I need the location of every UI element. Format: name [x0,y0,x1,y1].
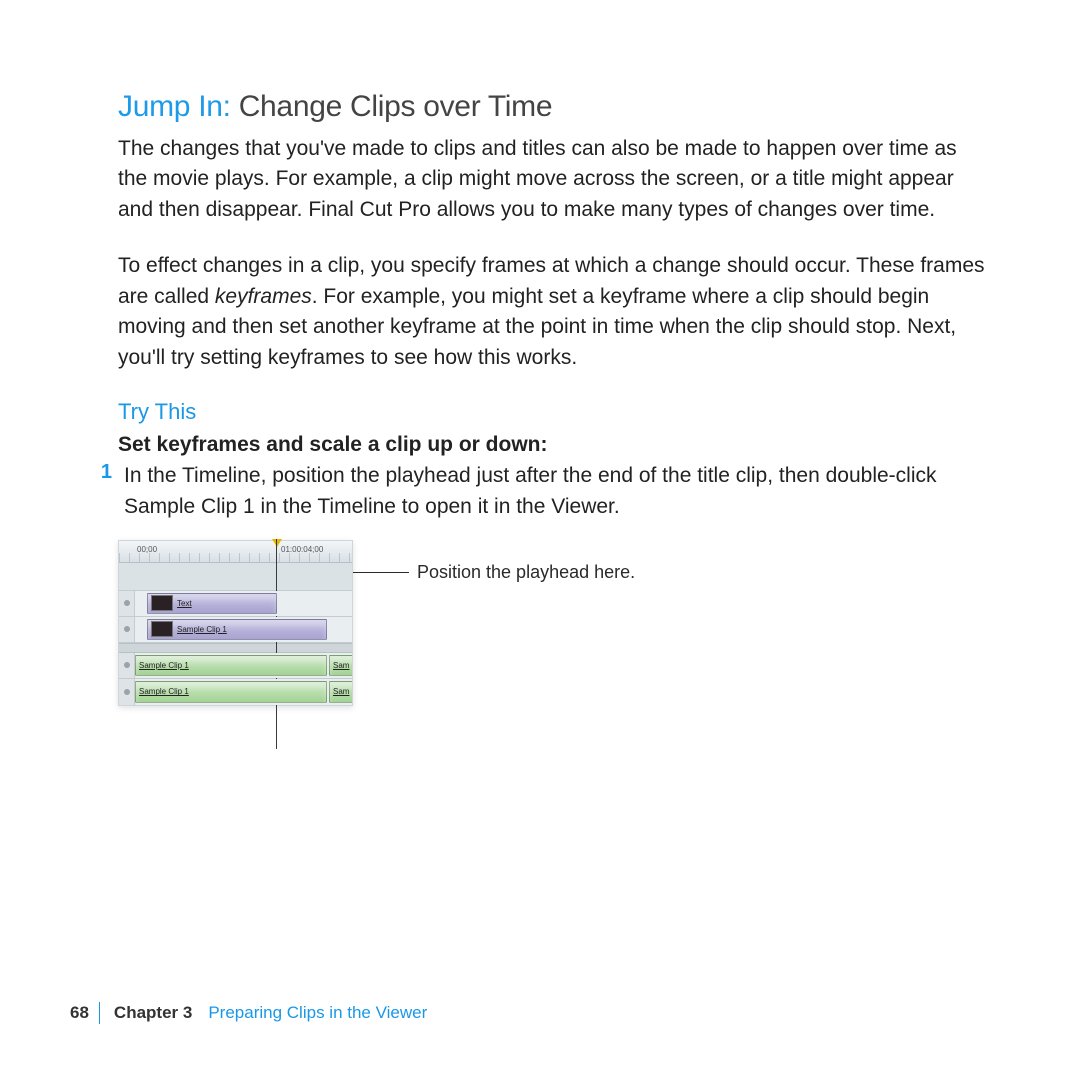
audio-clip-a-next: Sam [329,655,352,676]
heading-lead: Jump In: [118,90,239,123]
audio-clip-a-next-label: Sam [333,661,349,670]
playhead-callout: Position the playhead here. [353,562,635,583]
callout-leader-line-icon [353,572,409,573]
audio-track-1: Sample Clip 1 Sam [119,653,352,679]
step-number: 1 [98,461,118,522]
footer-divider-icon [99,1002,100,1024]
audio-track-2: Sample Clip 1 Sam [119,679,352,705]
title-clip-label: Text [177,599,192,608]
try-this-heading: Try This [118,399,990,425]
chapter-label: Chapter 3 [114,1003,192,1023]
task-title: Set keyframes and scale a clip up or dow… [118,433,990,457]
callout-text: Position the playhead here. [417,562,635,583]
keyframes-term: keyframes [215,285,312,308]
audio-clip-a: Sample Clip 1 [135,655,327,676]
video-track-2: Text [119,591,352,617]
heading-rest: Change Clips over Time [239,90,553,123]
intro-paragraph-2: To effect changes in a clip, you specify… [118,251,990,373]
step-text: In the Timeline, position the playhead j… [118,461,990,522]
video-clip-label: Sample Clip 1 [177,625,227,634]
audio-clip-a-label: Sample Clip 1 [139,661,189,670]
video-track-1: Sample Clip 1 [119,617,352,643]
title-clip: Text [147,593,277,614]
clip-thumbnail-icon [151,595,173,611]
page-heading: Jump In: Change Clips over Time [118,90,990,124]
audio-clip-b-next-label: Sam [333,687,349,696]
page-footer: 68 Chapter 3 Preparing Clips in the View… [70,1002,427,1024]
intro-paragraph-1: The changes that you've made to clips an… [118,134,990,225]
timeline-ruler: 00;00 01:00:04;00 [119,541,352,563]
audio-clip-b: Sample Clip 1 [135,681,327,703]
audio-clip-b-next: Sam [329,681,352,703]
video-clip-1: Sample Clip 1 [147,619,327,640]
audio-clip-b-label: Sample Clip 1 [139,687,189,696]
timeline-screenshot: 00;00 01:00:04;00 Text [118,540,353,706]
step-1: 1 In the Timeline, position the playhead… [98,461,990,522]
chapter-title: Preparing Clips in the Viewer [208,1003,427,1023]
clip-thumbnail-icon [151,621,173,637]
page-number: 68 [70,1003,89,1023]
